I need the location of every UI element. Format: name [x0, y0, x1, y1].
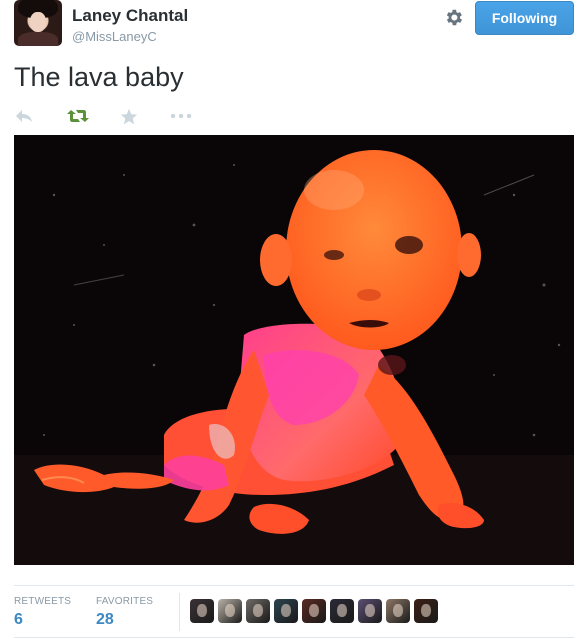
favorites-stat[interactable]: FAVORITES 28	[96, 596, 153, 629]
avatar[interactable]	[14, 0, 62, 46]
retweet-icon	[67, 110, 89, 122]
favorites-count: 28	[96, 611, 114, 628]
more-icon	[170, 113, 192, 119]
favorite-button[interactable]	[120, 106, 138, 126]
retweets-count: 6	[14, 611, 23, 628]
tweet-card: Laney Chantal @MissLaneyC Following The …	[0, 0, 586, 639]
favoriter-avatar[interactable]	[246, 599, 270, 623]
favoriter-avatar[interactable]	[330, 599, 354, 623]
reply-button[interactable]	[14, 106, 36, 126]
favoriter-avatars	[190, 599, 438, 623]
more-button[interactable]	[170, 106, 192, 126]
star-icon	[120, 108, 138, 124]
favoriter-avatar[interactable]	[190, 599, 214, 623]
stats-bottom-divider	[14, 637, 574, 638]
favorites-label: FAVORITES	[96, 596, 154, 607]
tweet-text: The lava baby	[14, 62, 184, 92]
retweet-button[interactable]	[66, 106, 90, 126]
favoriter-avatar[interactable]	[386, 599, 410, 623]
favoriter-avatar[interactable]	[274, 599, 298, 623]
reply-icon	[16, 110, 32, 122]
tweet-photo[interactable]	[14, 135, 574, 565]
following-button[interactable]: Following	[475, 1, 574, 35]
avatar-face	[30, 12, 46, 32]
favoriter-avatar[interactable]	[358, 599, 382, 623]
avatar-shirt	[18, 32, 58, 46]
favoriter-avatar[interactable]	[414, 599, 438, 623]
favoriter-avatar[interactable]	[218, 599, 242, 623]
retweets-stat[interactable]: RETWEETS 6	[14, 596, 71, 629]
retweets-label: RETWEETS	[14, 596, 72, 607]
user-name[interactable]: Laney Chantal	[72, 6, 188, 26]
stats-separator	[179, 593, 180, 631]
gear-icon[interactable]	[443, 7, 464, 28]
stats-top-divider	[14, 585, 574, 586]
user-handle[interactable]: @MissLaneyC	[72, 29, 157, 44]
favoriter-avatar[interactable]	[302, 599, 326, 623]
